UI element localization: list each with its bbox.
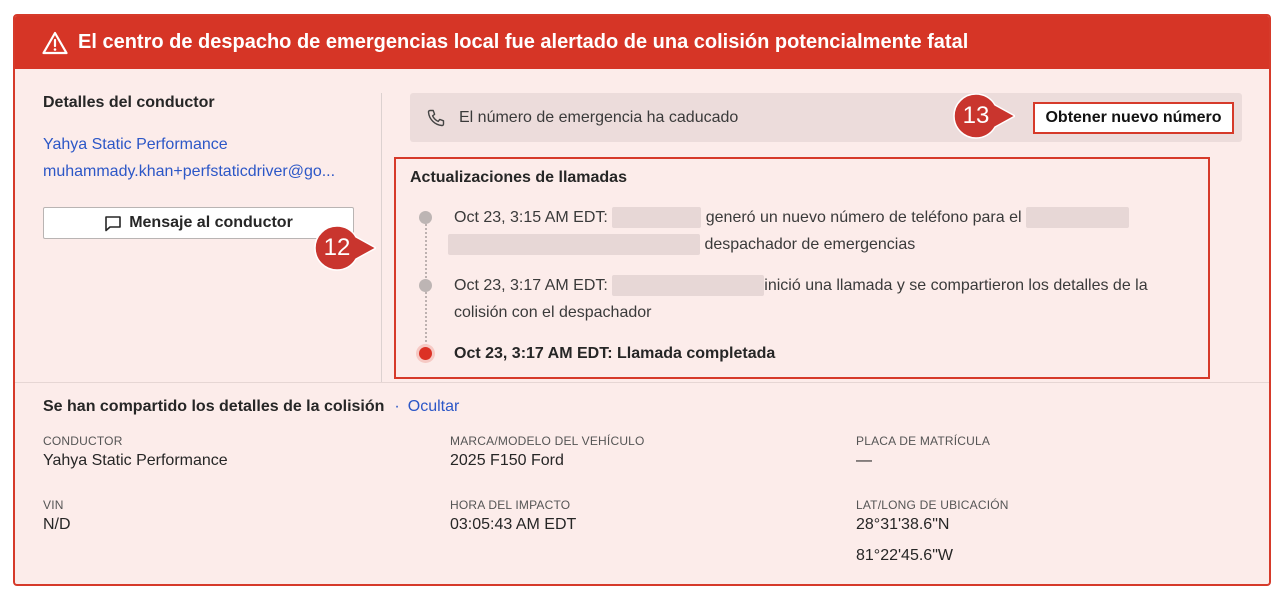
emergency-number-status: El número de emergencia ha caducado	[459, 108, 739, 126]
alert-banner: El centro de despacho de emergencias loc…	[15, 16, 1269, 69]
redacted-text	[612, 275, 765, 297]
message-driver-button[interactable]: Mensaje al conductor	[43, 207, 354, 239]
field-value: Yahya Static Performance	[43, 452, 228, 469]
driver-field: CONDUCTOR Yahya Static Performance	[43, 434, 228, 472]
timeline-text: inició una llamada y se compartieron los…	[764, 277, 1148, 294]
timeline-entry: Oct 23, 3:15 AM EDT: generó un nuevo núm…	[448, 204, 1194, 258]
callout-number: 12	[323, 234, 351, 261]
collision-alert-card: El centro de despacho de emergencias loc…	[13, 14, 1271, 586]
timeline-time: Oct 23, 3:15 AM EDT:	[454, 209, 608, 226]
field-label: MARCA/MODELO DEL VEHÍCULO	[450, 434, 645, 448]
message-driver-label: Mensaje al conductor	[129, 214, 293, 231]
timeline-text: despachador de emergencias	[704, 236, 916, 253]
call-updates-panel: Actualizaciones de llamadas Oct 23, 3:15…	[394, 157, 1210, 379]
phone-icon	[427, 109, 445, 126]
timeline-dot	[419, 279, 432, 292]
location-field: LAT/LONG DE UBICACIÓN 28°31'38.6"N 81°22…	[856, 498, 1009, 567]
field-value: 03:05:43 AM EDT	[450, 516, 577, 533]
latitude-value: 28°31'38.6"N	[856, 516, 950, 533]
horizontal-divider	[15, 382, 1269, 383]
callout-marker-13: 13	[953, 93, 1015, 139]
timeline-entry: Oct 23, 3:17 AM EDT: inició una llamada …	[454, 272, 1194, 326]
timeline-entry-completed: Oct 23, 3:17 AM EDT: Llamada completada	[454, 345, 776, 362]
field-value: N/D	[43, 516, 71, 533]
vertical-divider	[381, 93, 382, 383]
separator-dot: ·	[394, 398, 400, 415]
driver-email-link[interactable]: muhammady.khan+perfstaticdriver@go...	[43, 163, 335, 181]
driver-section-title: Detalles del conductor	[43, 94, 215, 111]
alert-title: El centro de despacho de emergencias loc…	[78, 31, 969, 53]
field-label: PLACA DE MATRÍCULA	[856, 434, 991, 448]
timeline-dot-active	[419, 347, 432, 360]
collision-title: Se han compartido los detalles de la col…	[43, 398, 385, 415]
timeline-text: colisión con el despachador	[454, 304, 652, 321]
redacted-text	[448, 234, 700, 256]
timeline-dot	[419, 211, 432, 224]
field-value: 2025 F150 Ford	[450, 452, 564, 469]
make-model-field: MARCA/MODELO DEL VEHÍCULO 2025 F150 Ford	[450, 434, 645, 472]
hide-link[interactable]: Ocultar	[408, 398, 460, 415]
field-label: HORA DEL IMPACTO	[450, 498, 571, 512]
impact-time-field: HORA DEL IMPACTO 03:05:43 AM EDT	[450, 498, 576, 536]
field-label: VIN	[43, 498, 64, 512]
collision-details-header: Se han compartido los detalles de la col…	[43, 398, 459, 416]
get-new-number-button[interactable]: Obtener nuevo número	[1033, 102, 1234, 134]
driver-details: Detalles del conductor Yahya Static Perf…	[43, 94, 363, 239]
callout-number: 13	[962, 102, 990, 129]
field-value: —	[856, 452, 872, 469]
timeline-text: generó un nuevo número de teléfono para …	[705, 209, 1022, 226]
timeline-time: Oct 23, 3:17 AM EDT:	[454, 277, 608, 294]
field-label: LAT/LONG DE UBICACIÓN	[856, 498, 1009, 512]
longitude-value: 81°22'45.6"W	[856, 547, 953, 564]
plate-field: PLACA DE MATRÍCULA —	[856, 434, 990, 472]
callout-marker-12: 12	[314, 225, 376, 271]
call-updates-title: Actualizaciones de llamadas	[410, 169, 627, 186]
chat-bubble-icon	[105, 215, 122, 231]
warning-triangle-icon	[42, 31, 68, 54]
field-label: CONDUCTOR	[43, 434, 123, 448]
redacted-text	[612, 207, 702, 229]
redacted-text	[1026, 207, 1129, 229]
driver-name-link[interactable]: Yahya Static Performance	[43, 136, 228, 154]
vin-field: VIN N/D	[43, 498, 71, 536]
